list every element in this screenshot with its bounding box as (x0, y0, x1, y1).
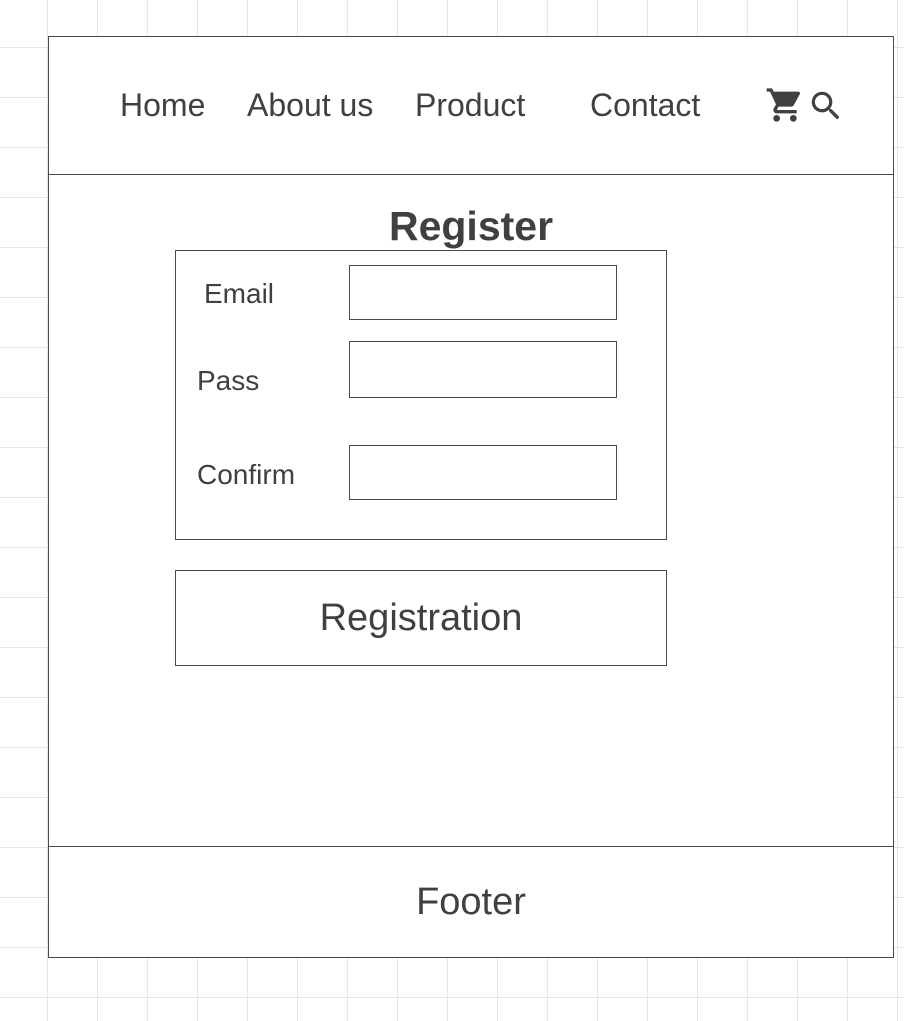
cart-icon[interactable] (765, 85, 805, 125)
register-form: Email Pass Confirm (175, 250, 667, 540)
email-field[interactable] (349, 265, 617, 320)
registration-button[interactable]: Registration (175, 570, 667, 666)
footer: Footer (49, 846, 893, 957)
header: Home About us Product Contact (49, 37, 893, 175)
search-icon[interactable] (807, 87, 845, 125)
password-field[interactable] (349, 341, 617, 398)
pass-label: Pass (197, 365, 260, 396)
email-label: Email (204, 278, 275, 309)
nav-contact[interactable]: Contact (590, 87, 700, 123)
nav-product[interactable]: Product (415, 87, 525, 123)
nav-home[interactable]: Home (120, 87, 205, 123)
page-title: Register (388, 203, 554, 249)
confirm-password-field[interactable] (349, 445, 617, 500)
page-frame: Home About us Product Contact Register E… (48, 36, 894, 958)
nav-about-us[interactable]: About us (247, 87, 373, 123)
confirm-label: Confirm (197, 459, 296, 490)
